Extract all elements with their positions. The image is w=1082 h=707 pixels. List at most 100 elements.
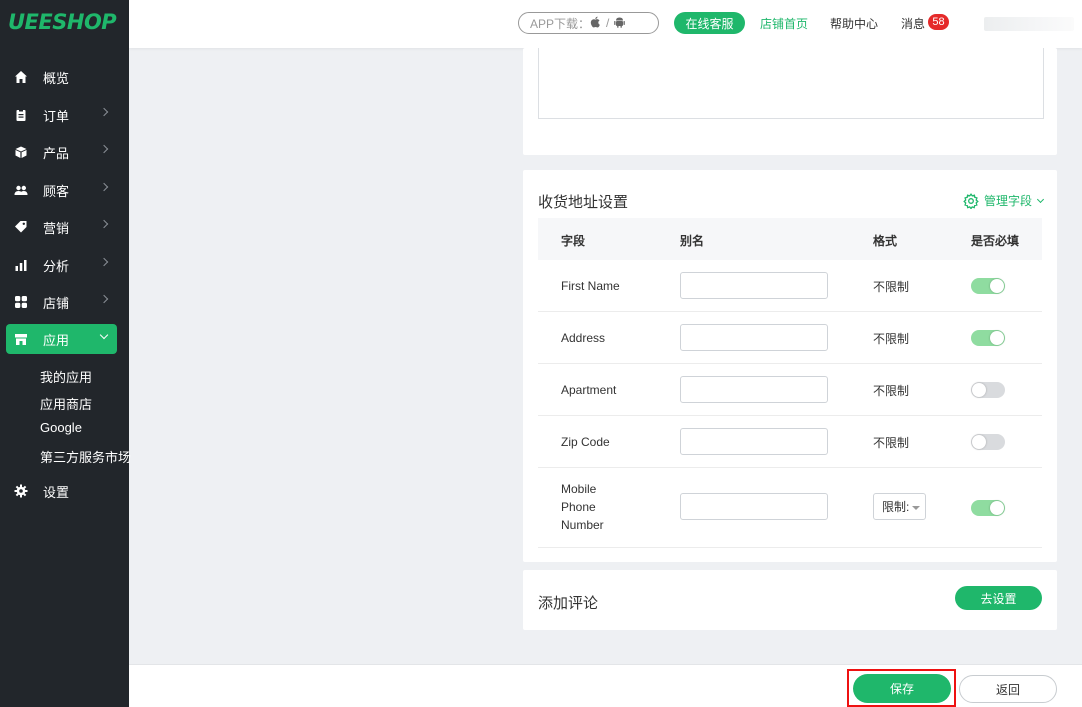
column-header-alias: 别名 <box>680 234 705 248</box>
add-review-title: 添加评论 <box>538 595 599 612</box>
required-toggle[interactable] <box>971 434 1005 450</box>
required-toggle[interactable] <box>971 330 1005 346</box>
format-select[interactable]: 限制: <box>873 493 926 520</box>
format-select-value: 限制: <box>882 500 910 514</box>
chevron-right-icon <box>99 107 109 117</box>
sidebar-subitem-third-party-market[interactable]: 第三方服务市场 <box>40 447 131 466</box>
app-download-label: APP下载： <box>530 16 591 31</box>
alias-input[interactable] <box>680 324 828 351</box>
table-row: First Name 不限制 <box>538 260 1042 312</box>
help-center-link[interactable]: 帮助中心 <box>830 15 878 32</box>
sidebar-item-label: 产品 <box>43 145 70 161</box>
messages-link[interactable]: 消息 <box>901 15 925 32</box>
box-icon <box>14 145 28 159</box>
apple-icon[interactable] <box>590 16 601 31</box>
description-textarea[interactable] <box>538 48 1044 119</box>
address-settings-title: 收货地址设置 <box>538 194 629 211</box>
sidebar-subitem-google[interactable]: Google <box>40 420 82 435</box>
chevron-right-icon <box>99 219 109 229</box>
format-value: 不限制 <box>873 384 910 398</box>
sidebar-item-products[interactable]: 产品 <box>6 137 117 167</box>
toggle-knob <box>972 435 986 449</box>
field-name: Apartment <box>561 383 617 397</box>
field-name: Zip Code <box>561 435 610 449</box>
message-count-badge[interactable]: 58 <box>928 14 949 30</box>
alias-input[interactable] <box>680 376 828 403</box>
field-name: Mobile Phone Number <box>561 480 604 534</box>
sidebar-subitem-my-apps[interactable]: 我的应用 <box>40 367 92 386</box>
sidebar-subitem-app-store[interactable]: 应用商店 <box>40 394 92 413</box>
sidebar-item-label: 分析 <box>43 258 70 274</box>
toggle-knob <box>990 279 1004 293</box>
tag-icon <box>14 220 28 234</box>
sidebar-item-marketing[interactable]: 营销 <box>6 212 117 242</box>
android-icon[interactable] <box>614 16 626 31</box>
table-header: 字段 别名 格式 是否必填 <box>538 218 1042 260</box>
sidebar-item-settings[interactable]: 设置 <box>6 476 117 506</box>
home-icon <box>14 70 28 84</box>
sidebar-item-label: 顾客 <box>43 183 70 199</box>
column-header-required: 是否必填 <box>971 234 1020 248</box>
go-settings-button[interactable]: 去设置 <box>955 586 1042 610</box>
sidebar-item-label: 营销 <box>43 220 70 236</box>
field-name: Address <box>561 331 606 345</box>
sidebar-item-label: 应用 <box>43 332 70 348</box>
chevron-down-icon <box>99 330 109 340</box>
format-value: 不限制 <box>873 280 910 294</box>
store-home-link[interactable]: 店铺首页 <box>760 15 808 32</box>
bar-chart-icon <box>14 258 28 272</box>
required-toggle[interactable] <box>971 500 1005 516</box>
table-row: Address 不限制 <box>538 312 1042 364</box>
gear-icon <box>963 192 979 209</box>
column-header-format: 格式 <box>873 234 898 248</box>
table-row: Apartment 不限制 <box>538 364 1042 416</box>
save-button[interactable]: 保存 <box>853 674 951 703</box>
sidebar-item-apps[interactable]: 应用 <box>6 324 117 354</box>
required-toggle[interactable] <box>971 278 1005 294</box>
back-button[interactable]: 返回 <box>959 675 1057 703</box>
sidebar-item-label: 概览 <box>43 70 70 86</box>
manage-fields-label: 管理字段 <box>983 194 1032 208</box>
sidebar: UEESHOP 概览 订单 产品 顾客 营销 分析 店铺 应用 我的应用 应用商… <box>0 0 131 707</box>
chevron-right-icon <box>99 294 109 304</box>
format-value: 不限制 <box>873 332 910 346</box>
sidebar-item-label: 订单 <box>43 108 70 124</box>
toggle-knob <box>972 383 986 397</box>
sidebar-item-store[interactable]: 店铺 <box>6 287 117 317</box>
required-toggle[interactable] <box>971 382 1005 398</box>
chevron-right-icon <box>99 144 109 154</box>
field-name-line: Number <box>561 518 604 532</box>
clipboard-icon <box>14 108 28 122</box>
add-review-card: 添加评论 去设置 <box>523 570 1057 630</box>
chevron-down-icon <box>1036 195 1045 203</box>
sidebar-item-orders[interactable]: 订单 <box>6 100 117 130</box>
toggle-knob <box>990 331 1004 345</box>
chevron-right-icon <box>99 182 109 192</box>
footer-bar: 保存 返回 <box>129 664 1082 707</box>
sidebar-item-analytics[interactable]: 分析 <box>6 250 117 280</box>
sidebar-item-overview[interactable]: 概览 <box>6 62 117 92</box>
online-service-button[interactable]: 在线客服 <box>674 12 745 34</box>
manage-fields-button[interactable]: 管理字段 <box>963 192 1045 209</box>
grid-icon <box>14 295 28 309</box>
field-name: First Name <box>561 279 620 293</box>
table-row: Zip Code 不限制 <box>538 416 1042 468</box>
content-card <box>523 48 1057 155</box>
field-name-line: Mobile <box>561 482 597 496</box>
caret-down-icon <box>912 506 920 510</box>
chevron-right-icon <box>99 257 109 267</box>
sidebar-item-label: 店铺 <box>43 295 70 311</box>
user-account[interactable] <box>984 17 1074 31</box>
brand-logo[interactable]: UEESHOP <box>8 10 117 34</box>
alias-input[interactable] <box>680 428 828 455</box>
alias-input[interactable] <box>680 493 828 520</box>
sidebar-item-customers[interactable]: 顾客 <box>6 175 117 205</box>
field-name-line: Phone <box>561 500 596 514</box>
sidebar-item-label: 设置 <box>43 484 70 500</box>
alias-input[interactable] <box>680 272 828 299</box>
format-value: 不限制 <box>873 436 910 450</box>
address-settings-card: 收货地址设置 管理字段 字段 别名 格式 是否必填 First Name 不限制… <box>523 170 1057 562</box>
toggle-knob <box>990 501 1004 515</box>
app-download[interactable]: APP下载： / <box>518 12 659 34</box>
address-fields-table: 字段 别名 格式 是否必填 First Name 不限制 Address 不限制… <box>538 218 1042 548</box>
